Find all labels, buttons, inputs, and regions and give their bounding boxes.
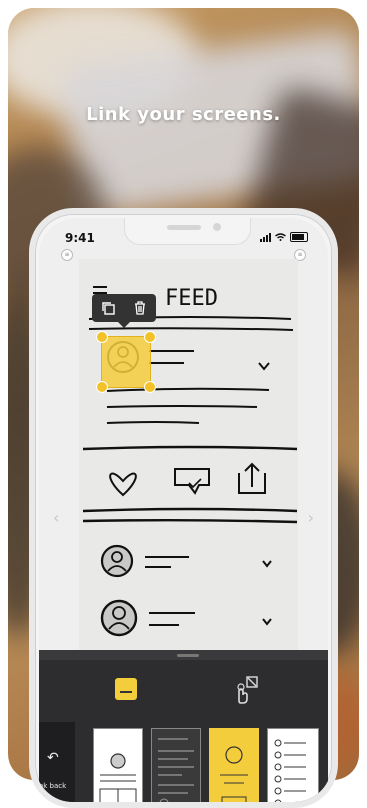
hotspot-actions-popover [92, 294, 156, 328]
resize-handle[interactable] [96, 331, 108, 343]
resize-handle[interactable] [144, 331, 156, 343]
screen-thumbnail[interactable] [93, 728, 143, 802]
battery-icon [290, 232, 308, 242]
menu-icon[interactable]: ≡ [61, 249, 73, 261]
drag-handle[interactable] [177, 654, 199, 657]
chevron-left-icon[interactable]: ‹ [53, 508, 59, 527]
chevron-right-icon[interactable]: › [308, 508, 314, 527]
screen-thumbnail[interactable] [151, 728, 201, 802]
status-time: 9:41 [65, 231, 95, 245]
screen-thumbnail-selected[interactable] [209, 728, 259, 802]
resize-handle[interactable] [96, 381, 108, 393]
trash-icon[interactable] [132, 300, 148, 316]
tap-gesture-icon[interactable] [230, 675, 260, 705]
headline: Link your screens. [86, 104, 281, 125]
undo-arrow-icon: ↶ [47, 750, 59, 766]
screen-thumbnail[interactable] [267, 728, 319, 802]
bottom-toolbar: ↶ Link back [39, 650, 328, 802]
link-back-label: Link back [39, 782, 67, 790]
resize-handle[interactable] [144, 381, 156, 393]
link-tool-icon[interactable] [115, 678, 137, 700]
duplicate-icon[interactable] [100, 300, 116, 316]
sketch-title: FEED [165, 286, 218, 311]
status-icons [260, 232, 308, 242]
notch [124, 218, 251, 245]
phone-screen: 9:41 ≡ ≡ FEED ‹ › ↶ nk back [39, 218, 328, 802]
link-hotspot[interactable] [101, 336, 151, 388]
signal-icon [260, 232, 271, 242]
wifi-icon [275, 233, 286, 241]
phone-frame: 9:41 ≡ ≡ FEED ‹ › ↶ nk back [29, 208, 338, 808]
